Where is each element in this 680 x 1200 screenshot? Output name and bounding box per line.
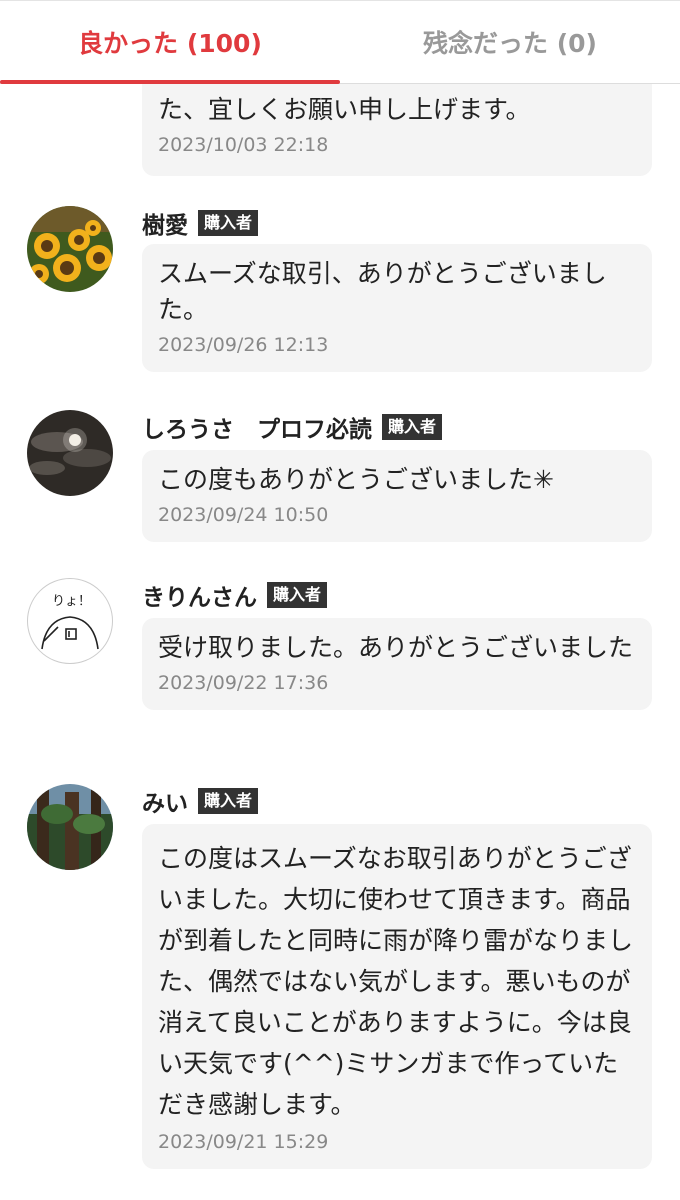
moon-clouds-icon bbox=[27, 410, 113, 496]
avatar[interactable]: りょ！ bbox=[27, 578, 113, 664]
reviewer-name[interactable]: しろうさ プロフ必読 bbox=[142, 410, 372, 444]
tab-bad-label: 残念だった (0) bbox=[423, 29, 597, 58]
reviewer-name[interactable]: みい bbox=[142, 784, 188, 818]
cartoon-drawing-icon: りょ！ bbox=[41, 594, 99, 650]
buyer-badge: 購入者 bbox=[382, 414, 443, 440]
comment-bubble: この度もありがとうございました✳ 2023/09/24 10:50 bbox=[142, 450, 652, 542]
reviewer-name[interactable]: きりんさん bbox=[142, 578, 257, 612]
reviewer-name[interactable]: 樹愛 bbox=[142, 206, 188, 240]
comment-bubble: スムーズな取引、ありがとうございました。 2023/09/26 12:13 bbox=[142, 244, 652, 372]
comment-bubble: この度はスムーズなお取引ありがとうございました。大切に使わせて頂きます。商品が到… bbox=[142, 824, 652, 1169]
comment-date: 2023/09/24 10:50 bbox=[158, 504, 329, 526]
tab-bad[interactable]: 残念だった (0) bbox=[340, 1, 680, 83]
buyer-badge: 購入者 bbox=[198, 210, 259, 236]
active-tab-indicator bbox=[0, 80, 340, 84]
comment-bubble: 受け取りました。ありがとうございました 2023/09/22 17:36 bbox=[142, 618, 652, 710]
review-list[interactable]: た、宜しくお願い申し上げます。 2023/10/03 22:18 樹愛 購入者 bbox=[0, 84, 680, 1200]
comment-text: 受け取りました。ありがとうございました bbox=[158, 633, 634, 662]
comment-date: 2023/09/26 12:13 bbox=[158, 334, 329, 356]
review-tabs: 良かった (100) 残念だった (0) bbox=[0, 0, 680, 84]
reviewer-header: 樹愛 購入者 bbox=[142, 206, 259, 240]
comment-date: 2023/09/21 15:29 bbox=[158, 1131, 329, 1153]
reviewer-header: しろうさ プロフ必読 購入者 bbox=[142, 410, 443, 444]
buyer-badge: 購入者 bbox=[198, 788, 259, 814]
comment-date: 2023/10/03 22:18 bbox=[158, 134, 329, 156]
reviewer-header: きりんさん 購入者 bbox=[142, 578, 328, 612]
tab-good[interactable]: 良かった (100) bbox=[0, 1, 340, 84]
avatar[interactable] bbox=[27, 206, 113, 292]
reviewer-header: みい 購入者 bbox=[142, 784, 259, 818]
comment-text: スムーズな取引、ありがとうございました。 bbox=[158, 259, 607, 324]
comment-text: た、宜しくお願い申し上げます。 bbox=[158, 95, 531, 124]
avatar-caption: りょ！ bbox=[52, 594, 91, 609]
comment-bubble: た、宜しくお願い申し上げます。 2023/10/03 22:18 bbox=[142, 84, 652, 176]
forest-icon bbox=[27, 784, 113, 870]
sunflower-icon bbox=[27, 206, 113, 292]
tab-good-label: 良かった (100) bbox=[78, 29, 262, 58]
comment-date: 2023/09/22 17:36 bbox=[158, 672, 329, 694]
avatar[interactable] bbox=[27, 784, 113, 870]
comment-text: この度はスムーズなお取引ありがとうございました。大切に使わせて頂きます。商品が到… bbox=[158, 844, 634, 1119]
buyer-badge: 購入者 bbox=[267, 582, 328, 608]
comment-text: この度もありがとうございました✳ bbox=[158, 465, 554, 494]
avatar[interactable] bbox=[27, 410, 113, 496]
